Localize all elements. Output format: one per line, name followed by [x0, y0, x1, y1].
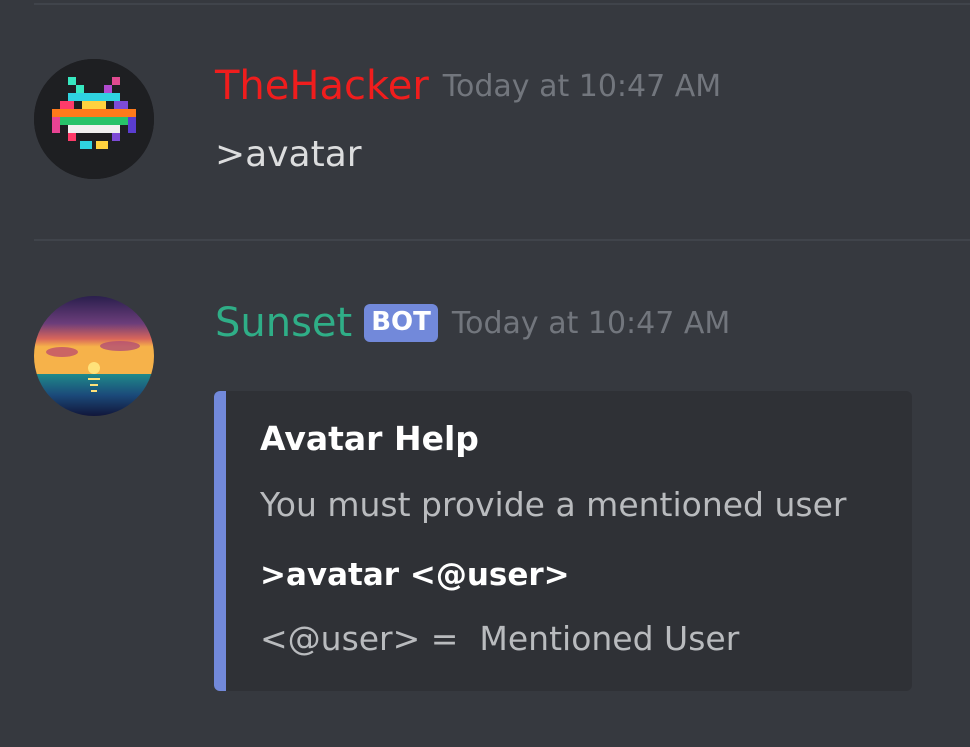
- embed-accent-bar: [214, 391, 226, 691]
- embed-field-value: <@user> = Mentioned User: [260, 619, 740, 658]
- username[interactable]: TheHacker: [215, 63, 429, 109]
- user-avatar-thehacker[interactable]: [34, 59, 154, 179]
- message-header: TheHacker Today at 10:47 AM: [215, 63, 721, 109]
- bot-tag: BOT: [364, 304, 438, 342]
- embed-title: Avatar Help: [260, 419, 479, 458]
- timestamp[interactable]: Today at 10:47 AM: [452, 306, 730, 341]
- message-content: >avatar: [215, 134, 362, 175]
- space-invader-icon: [34, 59, 154, 179]
- sunset-icon: [34, 296, 154, 416]
- embed: Avatar Help You must provide a mentioned…: [214, 391, 912, 691]
- timestamp[interactable]: Today at 10:47 AM: [443, 69, 721, 104]
- embed-field-name: >avatar <@user>: [260, 557, 570, 593]
- message-header: Sunset BOT Today at 10:47 AM: [215, 300, 730, 346]
- username[interactable]: Sunset: [215, 300, 352, 346]
- message-divider: [34, 3, 970, 5]
- embed-description: You must provide a mentioned user: [260, 485, 847, 524]
- user-avatar-sunset[interactable]: [34, 296, 154, 416]
- message-divider: [34, 239, 970, 241]
